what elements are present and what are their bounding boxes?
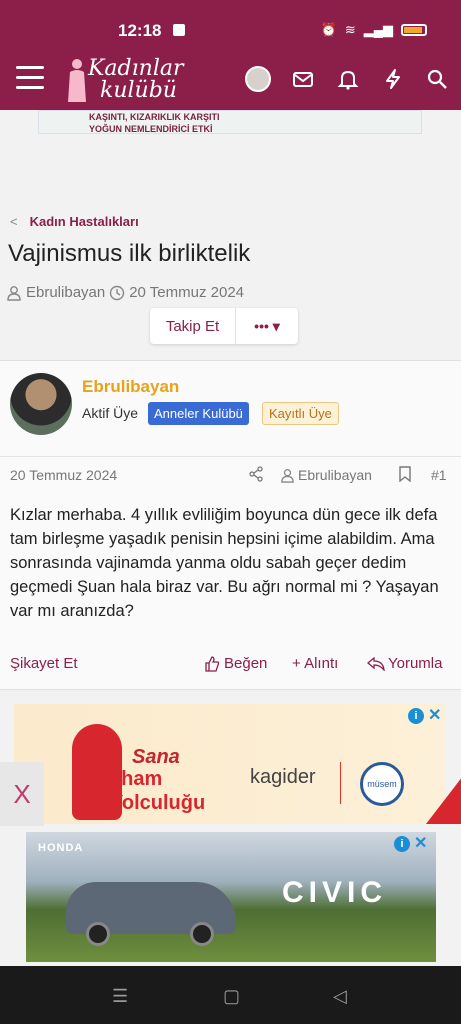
- thread-date[interactable]: 20 Temmuz 2024: [129, 284, 244, 301]
- menu-icon[interactable]: [16, 66, 44, 90]
- ad-kagider-logo: kagider: [250, 766, 316, 789]
- status-bar: 12:18 ⏰ ≋ ▂▄▆: [0, 0, 461, 48]
- ad-ilham-text: İlham: [110, 768, 163, 790]
- ad-strip-line1: KAŞINTI, KIZARIKLIK KARŞITI: [89, 112, 220, 122]
- status-icons: ⏰ ≋ ▂▄▆: [321, 22, 427, 38]
- car-wheel: [190, 922, 214, 946]
- like-button[interactable]: Beğen: [204, 655, 267, 672]
- honda-logo-text: HONDA: [38, 842, 84, 854]
- post-user-block: Ebrulibayan Aktif Üye Anneler Kulübü Kay…: [0, 361, 461, 457]
- alarm-icon: ⏰: [320, 22, 337, 37]
- bookmark-icon[interactable]: [398, 466, 412, 482]
- ad-yolculugu-text: Yolculuğu: [110, 792, 206, 814]
- post: Ebrulibayan Aktif Üye Anneler Kulübü Kay…: [0, 360, 461, 690]
- bell-icon[interactable]: [337, 68, 359, 90]
- like-label: Beğen: [224, 655, 268, 672]
- caret-down-icon: ▾: [272, 317, 280, 334]
- reply-icon: [367, 656, 385, 671]
- car-wheel: [86, 922, 110, 946]
- post-author-link[interactable]: Ebrulibayan: [280, 467, 372, 483]
- follow-button[interactable]: Takip Et: [150, 308, 236, 344]
- adchoices-icon[interactable]: i ✕: [408, 708, 448, 728]
- top-ad-banner[interactable]: KAŞINTI, KIZARIKLIK KARŞITI YOĞUN NEMLEND…: [38, 110, 422, 134]
- back-icon[interactable]: ◁: [333, 986, 347, 1007]
- user-avatar[interactable]: [245, 66, 271, 92]
- user-icon: [281, 468, 294, 483]
- clock-icon: [110, 285, 125, 300]
- battery-icon: [401, 24, 427, 36]
- thread-meta: Ebrulibayan 20 Temmuz 2024: [6, 284, 244, 301]
- thread-actions: Takip Et ••• ▾: [150, 308, 298, 344]
- ad-musem-logo: müsem: [360, 762, 404, 806]
- kagider-text: kagider: [250, 766, 316, 788]
- ad-strip-line2: YOĞUN NEMLENDİRİCİ ETKİ: [89, 124, 213, 134]
- adchoices-icon[interactable]: i ✕: [394, 836, 434, 856]
- post-avatar[interactable]: [10, 373, 72, 435]
- signal-icon: ▂▄▆: [363, 22, 393, 37]
- reply-label: Yorumla: [388, 655, 443, 672]
- report-button[interactable]: Şikayet Et: [10, 655, 78, 672]
- reply-button[interactable]: Yorumla: [367, 655, 442, 672]
- page-title: Vajinismus ilk birliktelik: [8, 240, 251, 267]
- kagider-ad-banner[interactable]: Sana İlham Yolculuğu kagider müsem i ✕: [14, 704, 461, 824]
- logo-figure-icon: [68, 59, 86, 102]
- system-nav-bar: ☰ ▢ ◁: [0, 966, 461, 1024]
- badge-anneler-kulubu: Anneler Kulübü: [148, 402, 249, 425]
- close-ad-button[interactable]: X: [0, 762, 44, 826]
- thumbs-up-icon: [205, 655, 220, 672]
- post-username[interactable]: Ebrulibayan: [82, 377, 179, 397]
- ad-corner-shape: [426, 772, 461, 824]
- lightning-icon[interactable]: [382, 68, 404, 90]
- wifi-icon: ≋: [344, 22, 356, 37]
- breadcrumb-label[interactable]: Kadın Hastalıkları: [30, 214, 139, 229]
- honda-civic-ad-banner[interactable]: HONDA CIVIC i ✕: [26, 832, 436, 962]
- thread-author[interactable]: Ebrulibayan: [26, 284, 105, 301]
- recents-icon[interactable]: ☰: [112, 986, 128, 1007]
- notification-cube-icon: [173, 24, 185, 36]
- logo-line2: kulübü: [100, 78, 177, 103]
- search-icon[interactable]: [426, 68, 448, 90]
- post-number[interactable]: #1: [431, 467, 447, 483]
- quote-button[interactable]: + Alıntı: [292, 655, 338, 672]
- ad-divider: [340, 762, 341, 804]
- post-author: Ebrulibayan: [298, 467, 372, 483]
- ad-sana-text: Sana: [132, 746, 180, 768]
- civic-logo-text: CIVIC: [282, 876, 388, 909]
- user-role: Aktif Üye: [82, 405, 139, 421]
- chevron-left-icon: <: [10, 214, 18, 229]
- more-label: •••: [254, 318, 269, 334]
- badge-kayitli-uye: Kayıtlı Üye: [262, 402, 339, 425]
- post-body: Kızlar merhaba. 4 yıllık evliliğim boyun…: [10, 506, 439, 620]
- post-date[interactable]: 20 Temmuz 2024: [10, 467, 117, 483]
- user-icon: [7, 285, 21, 301]
- share-icon[interactable]: [248, 466, 264, 482]
- status-time: 12:18: [118, 21, 162, 40]
- breadcrumb[interactable]: < Kadın Hastalıkları: [10, 214, 139, 229]
- app-header: Kadınlar kulübü: [0, 48, 461, 110]
- home-icon[interactable]: ▢: [223, 986, 240, 1007]
- mail-icon[interactable]: [292, 68, 314, 90]
- more-options-button[interactable]: ••• ▾: [236, 308, 298, 344]
